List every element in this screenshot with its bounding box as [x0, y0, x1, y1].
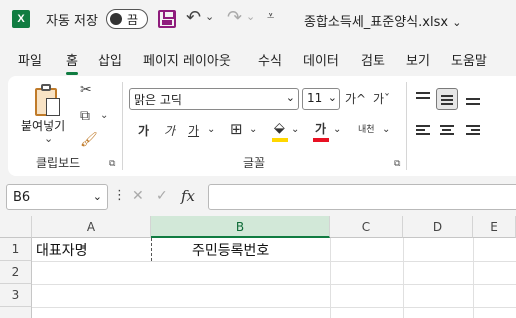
italic-button[interactable]: 가 [164, 122, 175, 139]
ribbon: 붙여넣기 ⌄ ✂ ⧉ ⌄ 🖌 클립보드 ⧉ 맑은 고딕 ⌄ 11 ⌄ 가^ 가ˇ… [8, 76, 516, 176]
autosave-state: 끔 [127, 13, 139, 27]
formula-buttons: ✕ ✓ fx [126, 184, 204, 210]
borders-dropdown-icon[interactable]: ⌄ [249, 124, 257, 135]
phonetic-dropdown-icon[interactable]: ⌄ [382, 124, 390, 135]
row-gridline [32, 261, 516, 262]
more-options-icon[interactable]: ⋮ [113, 188, 126, 203]
clip-icon [41, 84, 51, 91]
tab-view[interactable]: 보기 [406, 50, 430, 69]
paste-dropdown-icon[interactable]: ⌄ [44, 132, 53, 145]
redo-dropdown-icon[interactable]: ⌄ [246, 10, 255, 23]
align-left-icon[interactable] [412, 120, 434, 142]
name-box[interactable]: B6 ⌄ [6, 184, 108, 210]
row-header-1[interactable]: 1 [0, 238, 32, 261]
excel-logo-icon: X [12, 10, 30, 28]
column-header-a[interactable]: A [32, 216, 151, 238]
name-box-value: B6 [13, 190, 31, 205]
tab-insert[interactable]: 삽입 [98, 50, 122, 69]
tab-help[interactable]: 도움말 [451, 50, 487, 69]
copy-icon[interactable]: ⧉ [80, 108, 90, 124]
tab-review[interactable]: 검토 [361, 50, 385, 69]
tab-data[interactable]: 데이터 [303, 50, 339, 69]
row-header-2[interactable]: 2 [0, 261, 32, 284]
undo-dropdown-icon[interactable]: ⌄ [205, 10, 214, 23]
worksheet-grid[interactable]: A B C D E 1 2 3 대표자명 주민등록번호 [0, 216, 516, 318]
chevron-down-icon: ⌄ [92, 190, 102, 203]
enter-icon[interactable]: ✓ [156, 188, 168, 204]
group-separator [406, 82, 407, 170]
borders-icon[interactable]: ⊞ [230, 120, 243, 138]
ribbon-tabs: 파일 홈 삽입 페이지 레이아웃 수식 데이터 검토 보기 도움말 [0, 44, 516, 75]
column-gridline [403, 238, 404, 318]
select-all-corner[interactable] [0, 216, 32, 238]
middle-align-icon[interactable] [436, 88, 458, 110]
row-gridline [32, 307, 516, 308]
insert-function-icon[interactable]: fx [181, 187, 195, 205]
underline-button[interactable]: 가 [188, 122, 199, 139]
align-right-icon[interactable] [462, 120, 484, 142]
font-name-select[interactable]: 맑은 고딕 ⌄ [129, 88, 299, 110]
chevron-down-icon: ⌄ [285, 91, 295, 104]
autosave-label: 자동 저장 [46, 14, 98, 29]
row-header-3[interactable]: 3 [0, 284, 32, 307]
cell-b1[interactable]: 주민등록번호 [192, 240, 269, 260]
chevron-down-icon: ⌄ [327, 91, 337, 104]
font-color-swatch [313, 138, 329, 142]
redo-icon[interactable]: ↷ [227, 7, 242, 28]
tab-page-layout[interactable]: 페이지 레이아웃 [143, 50, 231, 69]
cell-a1[interactable]: 대표자명 [36, 240, 88, 260]
undo-icon[interactable]: ↶ [186, 7, 201, 28]
autosave-toggle[interactable]: 끔 [106, 9, 148, 29]
top-align-icon[interactable] [412, 88, 434, 110]
column-header-b[interactable]: B [151, 216, 330, 238]
align-center-icon[interactable] [436, 120, 458, 142]
toggle-knob [110, 13, 122, 25]
bold-button[interactable]: 가 [138, 122, 149, 139]
fill-color-dropdown-icon[interactable]: ⌄ [291, 124, 299, 135]
group-separator [122, 82, 123, 170]
row-header-4[interactable] [0, 307, 32, 318]
clipboard-group-label: 클립보드 [36, 156, 81, 170]
underline-dropdown-icon[interactable]: ⌄ [207, 124, 215, 135]
column-gridline [473, 238, 474, 318]
font-size-select[interactable]: 11 ⌄ [302, 88, 340, 110]
formula-input[interactable] [208, 184, 516, 210]
grow-font-button[interactable]: 가^ [345, 90, 366, 107]
customize-qat-icon[interactable]: ⩡ [267, 9, 274, 24]
shrink-font-button[interactable]: 가ˇ [373, 90, 390, 107]
font-size-value: 11 [307, 91, 323, 105]
font-color-dropdown-icon[interactable]: ⌄ [333, 124, 341, 135]
cut-icon[interactable]: ✂ [80, 82, 92, 98]
column-header-d[interactable]: D [403, 216, 473, 238]
title-bar: X 자동 저장 끔 ↶ ⌄ ↷ ⌄ ⩡ 종합소득세_표준양식.xlsx ⌄ [0, 0, 516, 40]
font-color-icon[interactable]: 가 [315, 120, 326, 137]
column-header-c[interactable]: C [330, 216, 403, 238]
tab-formulas[interactable]: 수식 [258, 50, 282, 69]
file-title[interactable]: 종합소득세_표준양식.xlsx ⌄ [304, 11, 461, 30]
clipboard-dialog-launcher-icon[interactable]: ⧉ [109, 159, 115, 169]
row-gridline [32, 284, 516, 285]
copy-dropdown-icon[interactable]: ⌄ [100, 110, 108, 121]
phonetic-guide-icon[interactable]: 내천 [358, 122, 375, 135]
paste-sheet-icon [46, 98, 60, 116]
font-dialog-launcher-icon[interactable]: ⧉ [394, 159, 400, 169]
format-painter-icon[interactable]: 🖌 [80, 132, 98, 148]
font-name-value: 맑은 고딕 [134, 93, 182, 107]
cell-divider-dashed [151, 238, 152, 261]
cancel-icon[interactable]: ✕ [132, 188, 144, 204]
column-gridline [330, 238, 331, 318]
paste-button[interactable] [33, 84, 63, 120]
font-group-label: 글꼴 [243, 156, 266, 170]
fill-color-icon[interactable]: ⬙ [274, 120, 285, 136]
tab-file[interactable]: 파일 [18, 50, 42, 69]
save-icon[interactable] [158, 10, 176, 28]
bottom-align-icon[interactable] [462, 88, 484, 110]
tab-home[interactable]: 홈 [66, 50, 78, 75]
chevron-down-icon: ⌄ [452, 16, 462, 29]
fill-color-swatch [272, 138, 288, 142]
column-header-e[interactable]: E [473, 216, 516, 238]
